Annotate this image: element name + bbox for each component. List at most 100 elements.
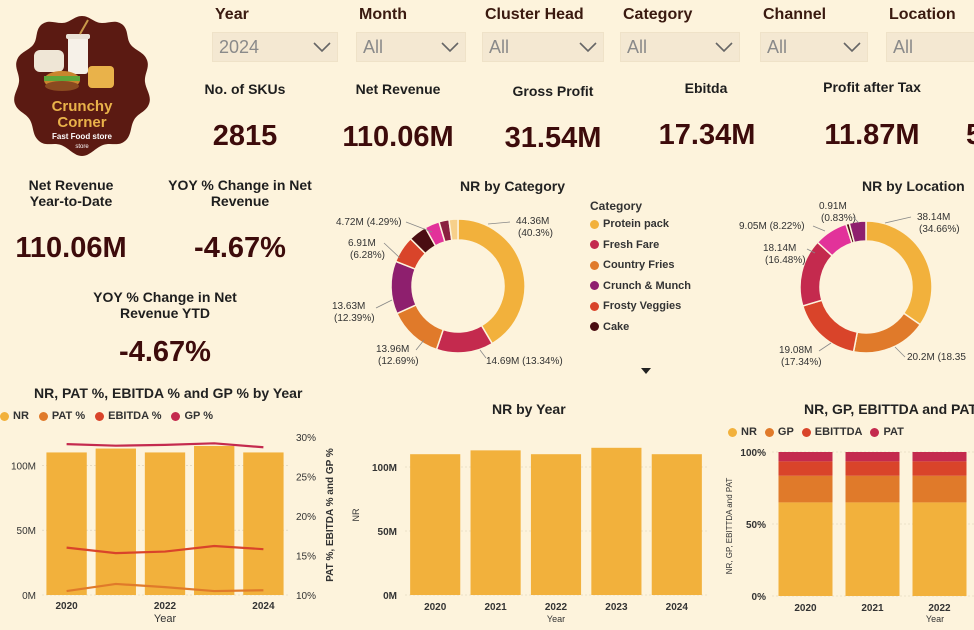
category-legend-item[interactable]: Fresh Fare	[590, 239, 691, 251]
year-filter-value: 2024	[219, 36, 260, 57]
location-data-label: 38.14M	[917, 212, 950, 223]
category-legend-item[interactable]: Frosty Veggies	[590, 300, 691, 312]
combo-chart-title: NR, PAT %, EBITDA % and GP % by Year	[34, 385, 303, 401]
channel-filter-value: All	[767, 36, 788, 57]
nr-segment[interactable]	[912, 502, 967, 596]
gp-segment[interactable]	[912, 475, 967, 503]
location-data-label: 19.08M	[779, 345, 812, 356]
leader-line	[375, 299, 393, 309]
stacked-legend-item[interactable]: NR	[728, 426, 757, 438]
month-filter-dropdown[interactable]: All	[356, 32, 466, 62]
legend-label: Protein pack	[603, 218, 670, 230]
nr-by-year-chart[interactable]: 0M 50M 100M 2020 2021 2022 2023 2024 Year NR	[345, 425, 715, 630]
legend-dot	[590, 219, 599, 229]
channel-filter-dropdown[interactable]: All	[760, 32, 868, 62]
gp-segment[interactable]	[845, 475, 900, 503]
category-filter-label: Category	[623, 6, 693, 23]
category-data-label: 13.96M	[376, 344, 409, 355]
stacked-legend-item[interactable]: EBITTDA	[801, 426, 862, 438]
combo-legend-item[interactable]: GP %	[171, 410, 213, 422]
category-data-label: 4.72M (4.29%)	[336, 217, 402, 228]
category-legend-item[interactable]: Protein pack	[590, 218, 691, 230]
y-tick-label: 0%	[752, 592, 767, 603]
combo-chart[interactable]: 0M 50M 100M 10% 15% 20% 25% 30% 2020 2022 2024 Year…	[0, 425, 345, 630]
nr-by-year-bar[interactable]	[530, 454, 582, 595]
y-axis-title: NR	[351, 508, 361, 521]
category-slice-3[interactable]	[390, 260, 418, 315]
category-legend: Protein pack Fresh Fare Country Fries Crunc…	[590, 218, 691, 341]
yoy-ytd-label: YOY % Change in Net Revenue YTD	[90, 289, 240, 321]
nr-segment[interactable]	[778, 502, 833, 596]
category-data-label: 44.36M	[516, 216, 549, 227]
nr-by-year-bar[interactable]	[470, 450, 521, 595]
category-legend-item[interactable]: Country Fries	[590, 259, 691, 271]
location-data-label-pct: (0.83%)	[821, 213, 856, 224]
gp-segment[interactable]	[778, 475, 833, 503]
combo-legend-item[interactable]: NR	[0, 410, 29, 422]
location-slice-1[interactable]	[852, 312, 922, 354]
category-data-label-pct: (12.69%)	[378, 356, 419, 367]
kpi-value-pat: 11.87M	[824, 119, 920, 151]
ebittda-segment[interactable]	[912, 461, 967, 476]
cluster-head-filter-dropdown[interactable]: All	[482, 32, 604, 62]
pat-segment[interactable]	[778, 452, 833, 462]
pat-segment[interactable]	[845, 452, 900, 462]
y-tick-label: 100M	[372, 463, 397, 474]
location-filter-dropdown[interactable]: All	[886, 32, 974, 62]
nr-bar[interactable]	[243, 452, 284, 595]
location-slice-0[interactable]	[865, 220, 933, 326]
legend-dot	[171, 411, 181, 421]
category-slice-2[interactable]	[395, 303, 445, 351]
yoy-ytd-value: -4.67%	[119, 336, 211, 368]
x-axis-title: Year	[547, 614, 565, 624]
legend-label: GP %	[184, 410, 214, 422]
nr-by-year-bar[interactable]	[651, 454, 702, 595]
y-tick-label: 50%	[746, 520, 766, 531]
ebittda-segment[interactable]	[845, 461, 900, 476]
kpi-label-gross-profit: Gross Profit	[512, 83, 594, 99]
nr-by-year-bar[interactable]	[591, 447, 642, 595]
cluster-head-filter-value: All	[489, 36, 510, 57]
nr-by-year-title: NR by Year	[492, 401, 566, 417]
ytd-label-line2: Year-to-Date	[29, 193, 113, 209]
leader-line	[383, 242, 401, 259]
stacked-chart-title: NR, GP, EBITTDA and PAT b	[804, 401, 974, 417]
legend-dot	[590, 281, 599, 290]
category-filter-dropdown[interactable]: All	[620, 32, 740, 62]
category-legend-item[interactable]: Crunch & Munch	[590, 280, 691, 292]
yoy-label: YOY % Change in Net Revenue	[165, 177, 315, 209]
nr-by-year-bar[interactable]	[410, 454, 461, 595]
nr-bar[interactable]	[95, 448, 136, 595]
stacked-legend-item[interactable]: PAT	[870, 426, 904, 438]
category-slice-1[interactable]	[435, 324, 494, 354]
kpi-label-ebitda: Ebitda	[684, 80, 728, 96]
nr-bar[interactable]	[194, 445, 235, 595]
nr-by-location-donut[interactable]: 38.14M(34.66%) 20.2M (18.35 19.08M(17.34%)…	[735, 195, 974, 370]
y-tick-label: 0M	[22, 591, 36, 602]
crunchy-corner-logo: Crunchy Corner Fast Food store store	[14, 16, 150, 156]
category-filter-value: All	[627, 36, 648, 57]
category-slice-0[interactable]	[457, 218, 526, 345]
x-tick-label: 2020	[794, 603, 817, 614]
stacked-legend-item[interactable]: GP	[764, 426, 794, 438]
nr-segment[interactable]	[845, 502, 900, 596]
nr-by-category-donut[interactable]: 44.36M(40.3%) 14.69M (13.34%) 13.96M(12.69…	[320, 200, 590, 380]
y2-axis-title: PAT %, EBITDA % and GP %	[325, 448, 336, 582]
caret-down-icon[interactable]	[641, 368, 651, 374]
combo-legend-item[interactable]: EBITDA %	[95, 410, 161, 422]
nr-bar[interactable]	[46, 452, 87, 595]
stacked-chart[interactable]: 0% 50% 100% 2020 2021 2022Year NR, GP, EBITTDA…	[720, 440, 974, 630]
legend-dot	[590, 322, 599, 331]
ebittda-segment[interactable]	[778, 461, 833, 476]
stacked-chart-legend: NR GP EBITTDA PAT	[728, 426, 904, 438]
y-tick-label: 50M	[17, 526, 36, 537]
category-legend-item[interactable]: Cake	[590, 321, 691, 333]
pat-segment[interactable]	[912, 452, 967, 462]
legend-label: Country Fries	[603, 259, 675, 271]
combo-legend-item[interactable]: PAT %	[38, 410, 85, 422]
location-data-label-pct: (34.66%)	[919, 224, 960, 235]
year-filter-dropdown[interactable]: 2024	[212, 32, 338, 62]
nr-bar[interactable]	[144, 452, 186, 595]
leader-line	[812, 225, 826, 232]
x-tick-label: 2022	[545, 602, 568, 613]
